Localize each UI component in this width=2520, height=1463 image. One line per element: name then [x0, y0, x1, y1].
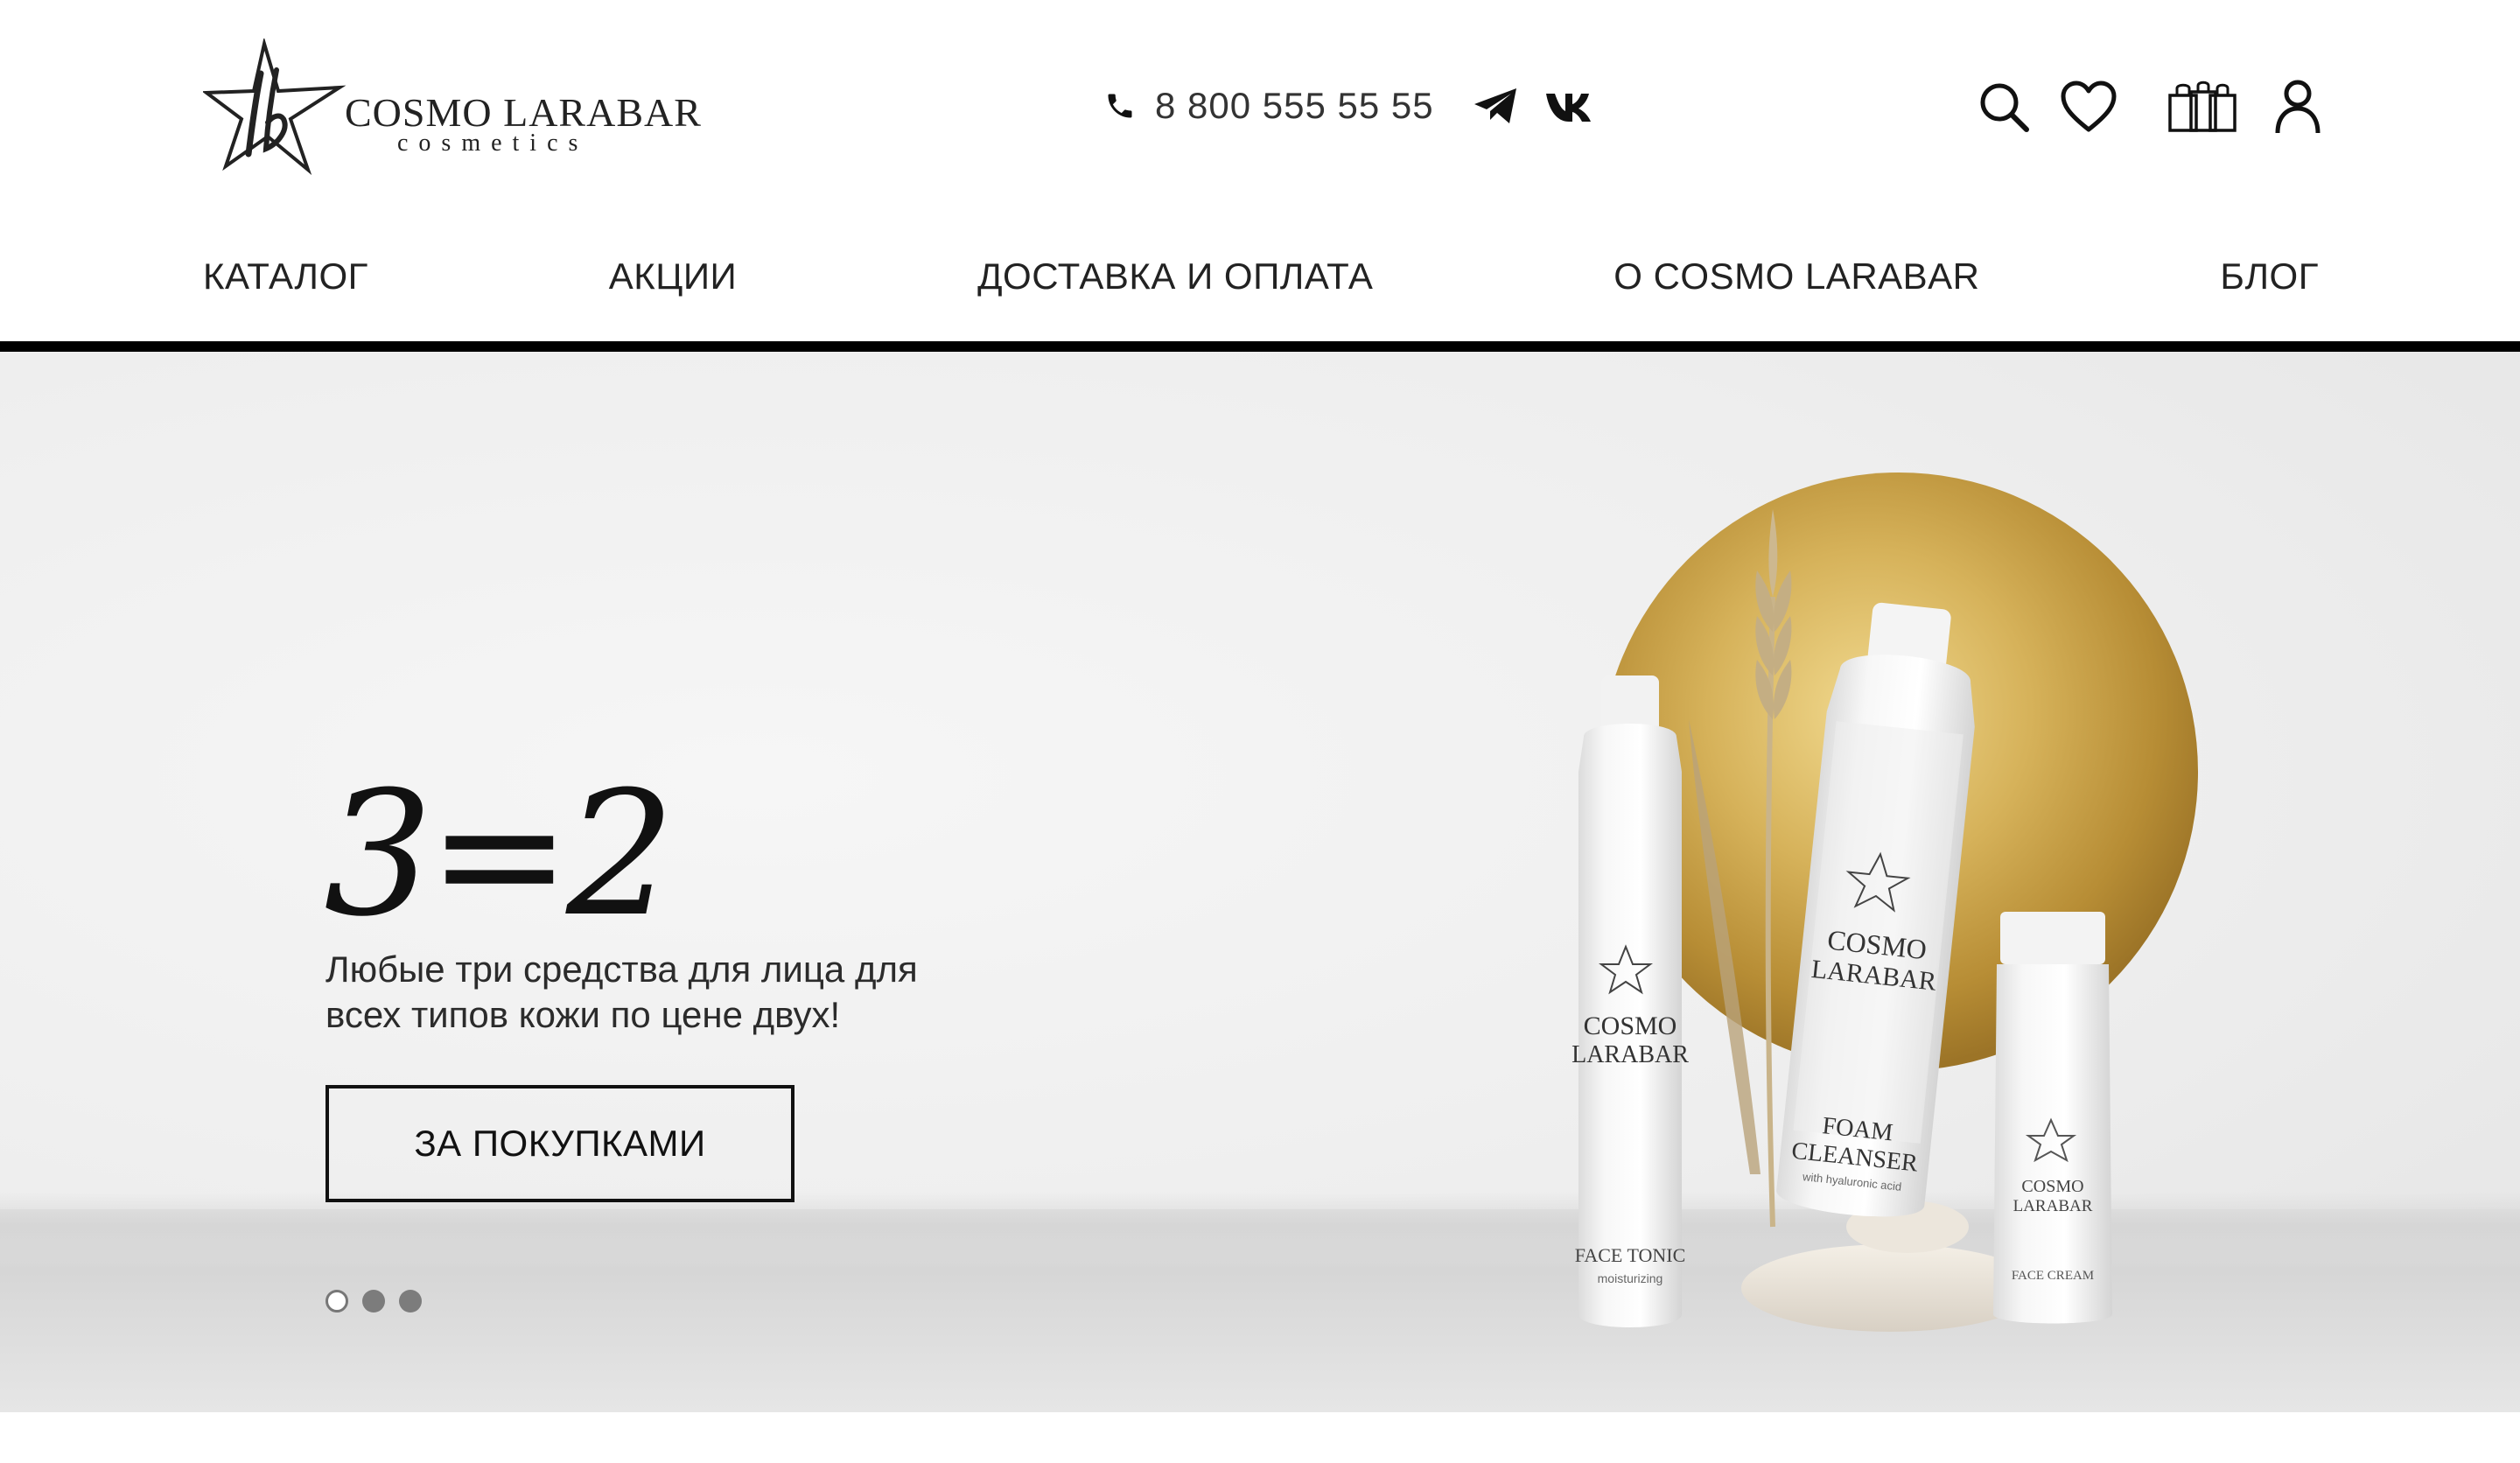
header-actions [1974, 75, 2324, 138]
bottle-right-brand-2: LARABAR [2013, 1197, 2093, 1215]
bottle-left-sub: moisturizing [1598, 1271, 1663, 1285]
brand-logo[interactable]: COSMO LARABAR cosmetics [203, 38, 701, 175]
nav-item-catalog[interactable]: КАТАЛОГ [203, 256, 368, 298]
bottle-right-name: FACE CREAM [2012, 1269, 2094, 1283]
nav-item-promotions[interactable]: АКЦИИ [609, 256, 737, 298]
main-nav: КАТАЛОГ АКЦИИ ДОСТАВКА И ОПЛАТА О COSMO … [203, 245, 2319, 308]
brand-tagline: cosmetics [397, 130, 589, 157]
slider-dot-1[interactable] [326, 1290, 348, 1312]
nav-item-about[interactable]: О COSMO LARABAR [1614, 256, 1979, 298]
hero-banner: 3=2 Любые три средства для лица для всех… [0, 352, 2520, 1412]
search-icon[interactable] [1974, 75, 2034, 138]
products-photo: COSMO LARABAR FACE TONIC moisturizing CO… [1572, 472, 2198, 1332]
shopping-bags-icon[interactable] [2165, 75, 2238, 138]
phone-number[interactable]: 8 800 555 55 55 [1155, 85, 1434, 127]
site-header: COSMO LARABAR cosmetics 8 800 555 55 55 [0, 0, 2520, 343]
nav-item-delivery-payment[interactable]: ДОСТАВКА И ОПЛАТА [977, 256, 1373, 298]
telegram-icon[interactable] [1473, 87, 1520, 125]
slider-dot-3[interactable] [399, 1290, 422, 1312]
bottle-left-brand-2: LARABAR [1572, 1041, 1689, 1068]
phone-icon [1108, 94, 1132, 118]
bottle-face-tonic: COSMO LARABAR FACE TONIC moisturizing [1572, 676, 1689, 1327]
shop-now-button[interactable]: ЗА ПОКУПКАМИ [326, 1085, 794, 1202]
slider-dots [326, 1290, 436, 1312]
bottle-face-cream: COSMO LARABAR FACE CREAM [1993, 912, 2112, 1324]
bottle-right-brand-1: COSMO [2021, 1177, 2083, 1196]
bottle-left-name: FACE TONIC [1575, 1244, 1686, 1266]
bottle-left-brand-1: COSMO [1584, 1012, 1677, 1040]
star-logo-icon [203, 38, 346, 175]
user-icon[interactable] [2272, 75, 2324, 138]
promo-description: Любые три средства для лица для всех тип… [326, 948, 918, 1035]
header-divider [0, 341, 2520, 352]
vk-icon[interactable] [1544, 87, 1592, 125]
page-bottom [0, 1412, 2520, 1463]
slider-dot-2[interactable] [362, 1290, 385, 1312]
heart-icon[interactable] [2058, 75, 2119, 138]
contacts: 8 800 555 55 55 [1104, 79, 1616, 133]
promo-title: 3=2 [324, 755, 676, 955]
nav-item-blog[interactable]: БЛОГ [2220, 256, 2319, 298]
